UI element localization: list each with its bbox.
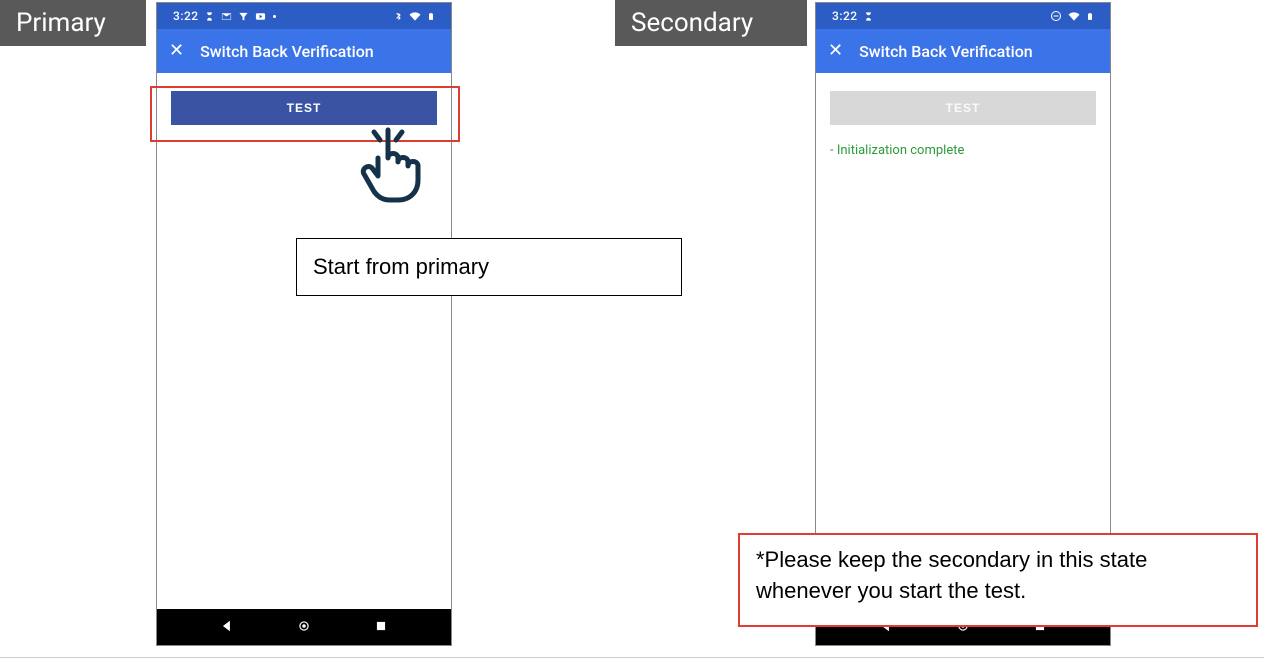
battery-icon	[1086, 10, 1094, 23]
content-area: TEST - Initialization complete	[816, 73, 1110, 609]
status-time: 3:22	[832, 9, 858, 23]
nav-recent-icon[interactable]	[374, 618, 388, 637]
app-bar-title: Switch Back Verification	[200, 42, 374, 61]
status-time: 3:22	[173, 9, 199, 23]
battery-icon	[427, 10, 435, 23]
app-bar: ✕ Switch Back Verification	[816, 29, 1110, 73]
content-area: TEST	[157, 73, 451, 609]
label-primary: Primary	[0, 0, 146, 46]
wifi-icon	[408, 11, 422, 22]
close-icon[interactable]: ✕	[169, 42, 184, 60]
filter-icon	[238, 11, 249, 22]
label-secondary: Secondary	[615, 0, 807, 46]
app-icon	[863, 11, 874, 22]
status-text: - Initialization complete	[830, 143, 1096, 158]
nav-bar	[157, 609, 451, 645]
status-bar: 3:22	[157, 3, 451, 29]
nav-back-icon[interactable]	[220, 618, 234, 637]
nav-home-icon[interactable]	[297, 618, 311, 637]
test-button-disabled: TEST	[830, 91, 1096, 125]
wifi-icon	[1067, 11, 1081, 22]
gmail-icon	[220, 11, 233, 22]
youtube-icon	[254, 11, 267, 22]
test-button[interactable]: TEST	[171, 91, 437, 125]
note-keep-secondary: *Please keep the secondary in this state…	[738, 533, 1258, 627]
dot-icon	[272, 14, 277, 19]
bluetooth-icon	[394, 10, 403, 23]
note-start-from-primary: Start from primary	[296, 238, 682, 296]
app-bar: ✕ Switch Back Verification	[157, 29, 451, 73]
app-icon	[204, 11, 215, 22]
dnd-icon	[1050, 10, 1062, 22]
close-icon[interactable]: ✕	[828, 42, 843, 60]
status-bar: 3:22	[816, 3, 1110, 29]
phone-primary: 3:22 ✕ Switch Back Verification TEST	[156, 2, 452, 646]
app-bar-title: Switch Back Verification	[859, 42, 1033, 61]
